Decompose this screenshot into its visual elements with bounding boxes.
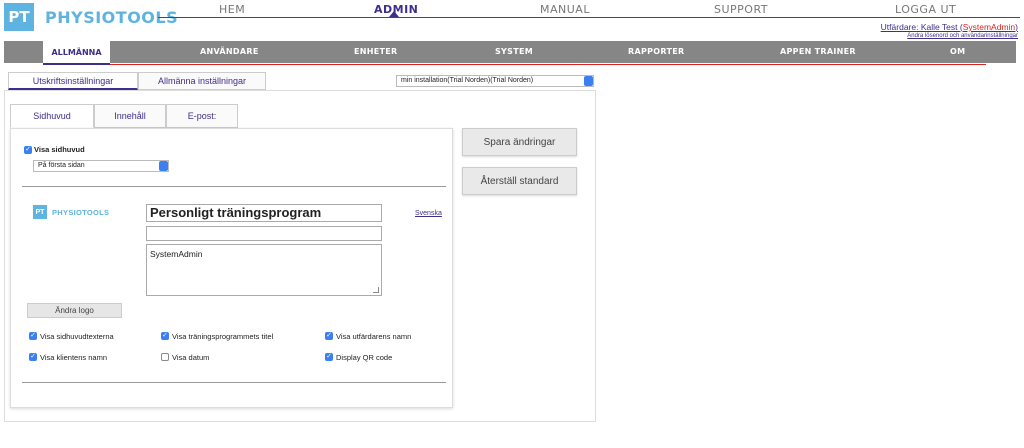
divider: [22, 186, 446, 187]
issuer-link[interactable]: Utfärdare: Kalle Test (SystemAdmin): [881, 22, 1018, 32]
divider: [22, 382, 446, 383]
header-subtitle-input[interactable]: [146, 226, 382, 241]
header-page-select-value: På första sidan: [38, 162, 85, 169]
option-label-qr-code: Display QR code: [336, 353, 393, 362]
option-checkbox-header-texts[interactable]: ✓: [29, 332, 37, 340]
option-checkbox-program-title[interactable]: ✓: [161, 332, 169, 340]
option-checkbox-qr-code[interactable]: ✓: [325, 353, 333, 361]
header-page-select[interactable]: På första sidan: [33, 160, 169, 172]
tab-print-settings[interactable]: Utskriftsinställningar: [8, 72, 138, 90]
tab-general-settings[interactable]: Allmänna inställningar: [138, 72, 266, 90]
option-label-issuer-name: Visa utfärdarens namn: [336, 332, 412, 341]
tab-content[interactable]: Innehåll: [94, 104, 166, 128]
save-changes-button[interactable]: Spara ändringar: [462, 128, 577, 156]
top-divider: [158, 17, 1020, 18]
brand-logo-mark[interactable]: PT: [4, 3, 34, 31]
admin-nav-general[interactable]: ALLMÄNNA: [43, 41, 110, 65]
admin-nav-reports[interactable]: RAPPORTER: [628, 47, 684, 56]
nav-manual[interactable]: MANUAL: [540, 3, 590, 16]
option-checkbox-client-name[interactable]: ✓: [29, 353, 37, 361]
change-password-link[interactable]: Ändra lösenord och användarinställningar: [907, 33, 1018, 39]
header-title-input[interactable]: Personligt träningsprogram: [146, 204, 382, 222]
select-arrow-icon: [584, 76, 593, 86]
show-header-label: Visa sidhuvud: [34, 145, 85, 154]
language-link[interactable]: Svenska: [415, 210, 442, 217]
issuer-role: SystemAdmin: [962, 22, 1016, 32]
option-label-date: Visa datum: [172, 353, 210, 362]
header-text-area[interactable]: SystemAdmin: [146, 244, 382, 296]
reset-default-button[interactable]: Återställ standard: [462, 167, 577, 195]
preview-logo-name: PHYSIOTOOLS: [52, 208, 110, 217]
nav-home[interactable]: HEM: [219, 3, 245, 16]
option-checkbox-issuer-name[interactable]: ✓: [325, 332, 333, 340]
show-header-checkbox[interactable]: ✓: [24, 146, 32, 154]
installation-select[interactable]: min installation(Trial Norden)(Trial Nor…: [396, 75, 594, 87]
preview-logo-mark: PT: [33, 205, 47, 219]
nav-admin-caret-icon: [389, 11, 399, 17]
tab-header[interactable]: Sidhuvud: [10, 104, 94, 128]
admin-nav-units[interactable]: ENHETER: [354, 47, 398, 56]
tab-email[interactable]: E-post:: [166, 104, 238, 128]
change-logo-button[interactable]: Ändra logo: [27, 303, 122, 318]
admin-nav-trainer[interactable]: APPEN TRAINER: [780, 47, 856, 56]
option-label-header-texts: Visa sidhuvudtexterna: [40, 332, 114, 341]
nav-logout[interactable]: LOGGA UT: [895, 3, 956, 16]
option-checkbox-date[interactable]: [161, 353, 169, 361]
admin-nav-users[interactable]: ANVÄNDARE: [200, 47, 259, 56]
issuer-prefix: Utfärdare: Kalle Test (: [880, 22, 963, 32]
select-arrow-icon: [159, 161, 168, 171]
issuer-suffix: ): [1015, 22, 1018, 32]
header-text-area-value: SystemAdmin: [150, 249, 203, 259]
resize-handle-icon[interactable]: [373, 287, 379, 293]
nav-support[interactable]: SUPPORT: [714, 3, 768, 16]
option-label-client-name: Visa klientens namn: [40, 353, 107, 362]
installation-select-value: min installation(Trial Norden)(Trial Nor…: [401, 77, 534, 84]
admin-nav-system[interactable]: SYSTEM: [495, 47, 533, 56]
option-label-program-title: Visa träningsprogrammets titel: [172, 332, 274, 341]
admin-nav-about[interactable]: OM: [950, 47, 965, 56]
admin-nav-underline: [110, 64, 986, 65]
